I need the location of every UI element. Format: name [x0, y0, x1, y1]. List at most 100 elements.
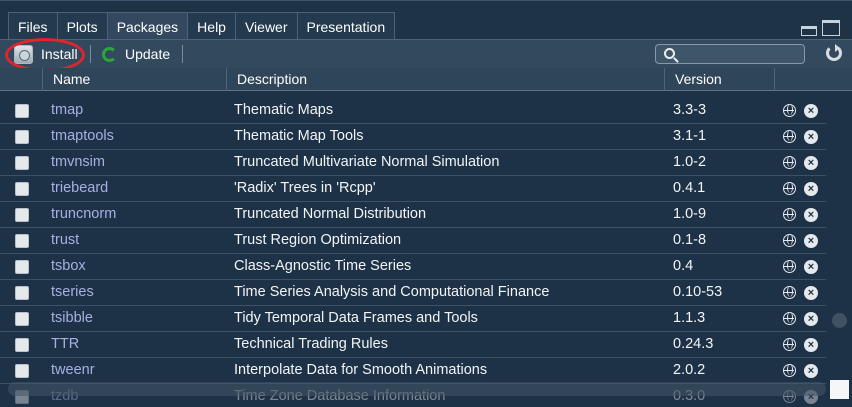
package-description: Tidy Temporal Data Frames and Tools: [234, 310, 478, 326]
package-description: Thematic Map Tools: [234, 128, 364, 144]
package-version: 1.0-9: [673, 206, 707, 222]
package-version: 0.1-8: [673, 232, 707, 248]
minimize-pane-icon[interactable]: [800, 22, 818, 36]
package-row: TTR Technical Trading Rules 0.24.3 ×: [0, 332, 826, 358]
horizontal-scrollbar[interactable]: [8, 382, 826, 396]
package-version: 0.24.3: [673, 336, 714, 352]
column-header-description[interactable]: Description: [226, 68, 664, 91]
remove-package-icon[interactable]: ×: [804, 312, 818, 326]
globe-icon[interactable]: [783, 312, 796, 325]
package-name-link[interactable]: tmap: [51, 102, 83, 118]
remove-package-icon[interactable]: ×: [804, 156, 818, 170]
remove-package-icon[interactable]: ×: [804, 234, 818, 248]
refresh-icon[interactable]: [826, 44, 842, 61]
package-load-checkbox[interactable]: [15, 312, 29, 326]
remove-package-icon[interactable]: ×: [804, 364, 818, 378]
tab-plots[interactable]: Plots: [56, 12, 108, 40]
install-icon: [14, 44, 33, 64]
remove-package-icon[interactable]: ×: [804, 338, 818, 352]
package-row: tmaptools Thematic Map Tools 3.1-1 ×: [0, 124, 826, 150]
column-header-actions: [774, 68, 826, 91]
update-icon: [102, 46, 117, 62]
package-name-link[interactable]: tweenr: [51, 362, 95, 378]
package-row: tsbox Class-Agnostic Time Series 0.4 ×: [0, 254, 826, 280]
update-button[interactable]: Update: [100, 43, 170, 65]
package-row: tmap Thematic Maps 3.3-3 ×: [0, 98, 826, 124]
package-name-link[interactable]: tmaptools: [51, 128, 114, 144]
remove-package-icon[interactable]: ×: [804, 286, 818, 300]
package-version: 2.0.2: [673, 362, 706, 378]
package-name-link[interactable]: truncnorm: [51, 206, 116, 222]
scrollbar-thumb[interactable]: [832, 313, 847, 328]
package-row: triebeard 'Radix' Trees in 'Rcpp' 0.4.1 ×: [0, 176, 826, 202]
package-version: 3.1-1: [673, 128, 707, 144]
install-button[interactable]: Install: [14, 43, 78, 65]
toolbar-divider: [182, 45, 183, 63]
package-load-checkbox[interactable]: [15, 156, 29, 170]
package-description: Truncated Normal Distribution: [234, 206, 427, 222]
package-load-checkbox[interactable]: [15, 338, 29, 352]
package-row: truncnorm Truncated Normal Distribution 1.…: [0, 202, 826, 228]
package-load-checkbox[interactable]: [15, 208, 29, 222]
package-description: 'Radix' Trees in 'Rcpp': [234, 180, 376, 196]
package-row: tmvnsim Truncated Multivariate Normal Sim…: [0, 150, 826, 176]
package-name-link[interactable]: tsbox: [51, 258, 86, 274]
column-header-version[interactable]: Version: [664, 68, 774, 91]
package-load-checkbox[interactable]: [15, 130, 29, 144]
tab-files[interactable]: Files: [8, 12, 58, 40]
package-row: tweenr Interpolate Data for Smooth Animat…: [0, 358, 826, 384]
globe-icon[interactable]: [783, 182, 796, 195]
package-name-link[interactable]: tmvnsim: [51, 154, 105, 170]
globe-icon[interactable]: [783, 156, 796, 169]
package-version: 1.0-2: [673, 154, 707, 170]
package-row: tseries Time Series Analysis and Computat…: [0, 280, 826, 306]
package-version: 1.1.3: [673, 310, 706, 326]
package-version: 0.4.1: [673, 180, 706, 196]
globe-icon[interactable]: [783, 364, 796, 377]
pane-window-controls: [800, 20, 840, 36]
tab-help[interactable]: Help: [187, 12, 236, 40]
package-name-link[interactable]: tseries: [51, 284, 94, 300]
pane-tabs: Files Plots Packages Help Viewer Present…: [8, 12, 396, 40]
globe-icon[interactable]: [783, 338, 796, 351]
remove-package-icon[interactable]: ×: [804, 208, 818, 222]
globe-icon[interactable]: [783, 208, 796, 221]
tab-presentation[interactable]: Presentation: [296, 12, 396, 40]
package-load-checkbox[interactable]: [15, 182, 29, 196]
toolbar-divider: [90, 45, 91, 63]
search-icon: [664, 48, 675, 59]
package-search[interactable]: [655, 44, 805, 64]
package-description: Truncated Multivariate Normal Simulation: [234, 154, 500, 170]
remove-package-icon[interactable]: ×: [804, 130, 818, 144]
globe-icon[interactable]: [783, 286, 796, 299]
remove-package-icon[interactable]: ×: [804, 260, 818, 274]
packages-list: tmap Thematic Maps 3.3-3 × tmaptools Thematic…: [0, 91, 826, 407]
tab-packages[interactable]: Packages: [106, 12, 189, 40]
package-description: Thematic Maps: [234, 102, 334, 118]
remove-package-icon[interactable]: ×: [804, 104, 818, 118]
globe-icon[interactable]: [783, 104, 796, 117]
package-load-checkbox[interactable]: [15, 286, 29, 300]
package-load-checkbox[interactable]: [15, 234, 29, 248]
globe-icon[interactable]: [783, 260, 796, 273]
package-description: Technical Trading Rules: [234, 336, 388, 352]
maximize-pane-icon[interactable]: [822, 20, 840, 36]
package-description: Class-Agnostic Time Series: [234, 258, 412, 274]
package-name-link[interactable]: triebeard: [51, 180, 108, 196]
column-header-name[interactable]: Name: [42, 68, 226, 91]
globe-icon[interactable]: [783, 130, 796, 143]
package-name-link[interactable]: tsibble: [51, 310, 93, 326]
package-description: Interpolate Data for Smooth Animations: [234, 362, 488, 378]
package-version: 3.3-3: [673, 102, 707, 118]
globe-icon[interactable]: [783, 234, 796, 247]
remove-package-icon[interactable]: ×: [804, 182, 818, 196]
package-load-checkbox[interactable]: [15, 260, 29, 274]
tab-viewer[interactable]: Viewer: [234, 12, 298, 40]
vertical-scrollbar[interactable]: [826, 91, 852, 407]
package-name-link[interactable]: trust: [51, 232, 79, 248]
package-load-checkbox[interactable]: [15, 364, 29, 378]
package-load-checkbox[interactable]: [15, 104, 29, 118]
package-description: Time Series Analysis and Computational F…: [234, 284, 550, 300]
package-search-input[interactable]: [680, 45, 800, 63]
package-name-link[interactable]: TTR: [51, 336, 79, 352]
